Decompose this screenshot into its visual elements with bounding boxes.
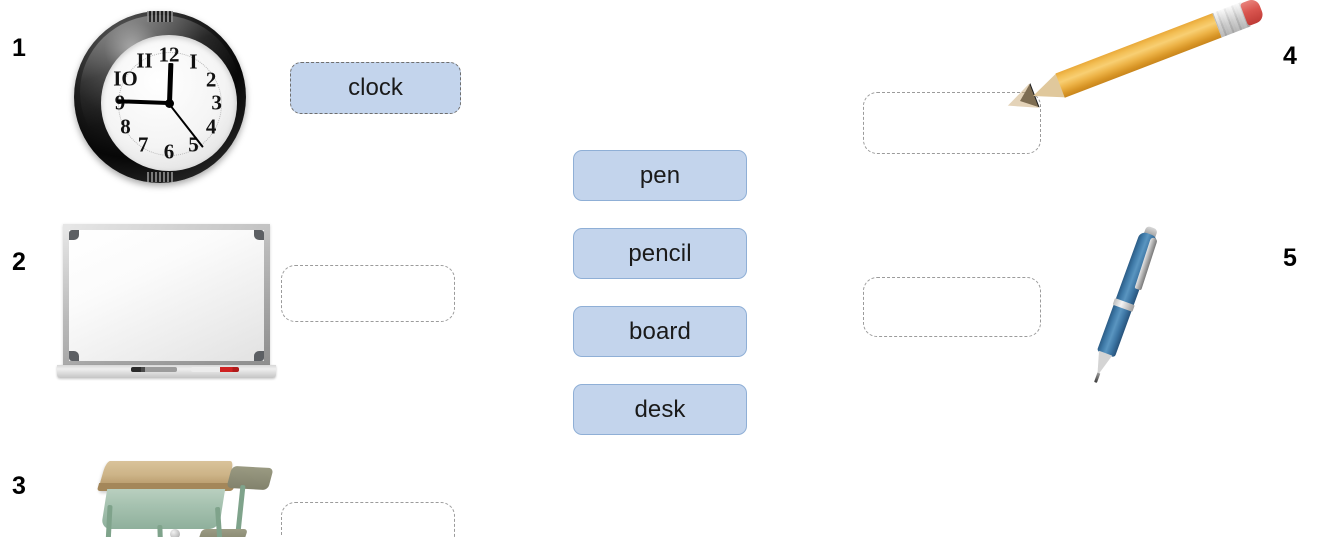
clock-ridge-left-icon	[76, 87, 89, 109]
clock-bezel: 12 I 2 3 4 5 6 7 8 9 IO II	[74, 11, 246, 183]
pencil-graphic	[1015, 0, 1266, 114]
pencil-image	[1015, 0, 1285, 165]
word-chip-pen[interactable]: pen	[573, 150, 747, 201]
whiteboard-image	[57, 224, 276, 384]
chair-seat	[198, 529, 248, 537]
pen-cone	[1090, 350, 1113, 379]
answer-slot-1[interactable]: clock	[290, 62, 461, 114]
whiteboard-corner-tr	[254, 230, 264, 240]
desk-caster-icon	[170, 529, 180, 537]
whiteboard-corner-tl	[69, 230, 79, 240]
clock-ridge-top-icon	[147, 11, 173, 22]
pencil-barrel	[1055, 13, 1222, 98]
clock-image: 12 I 2 3 4 5 6 7 8 9 IO II	[65, 5, 255, 190]
whiteboard-corner-bl	[69, 351, 79, 361]
answer-slot-3[interactable]	[281, 502, 455, 537]
item-number-1: 1	[12, 34, 26, 62]
answer-slot-2[interactable]	[281, 265, 455, 322]
item-number-4: 4	[1283, 42, 1297, 70]
school-desk-image	[62, 445, 312, 537]
word-chip-desk[interactable]: desk	[573, 384, 747, 435]
word-chip-desk-label: desk	[634, 395, 686, 423]
word-chip-pencil-label: pencil	[628, 239, 692, 267]
ballpoint-pen-image	[1090, 225, 1220, 398]
item-number-5: 5	[1283, 244, 1297, 272]
exercise-canvas: 1 12 I 2 3 4 5 6 7 8 9 IO II	[0, 0, 1319, 537]
desk-body	[100, 489, 226, 529]
clock-numeral-11: II	[136, 48, 153, 73]
clock-numeral-1: I	[189, 49, 198, 74]
pen-graphic	[1087, 225, 1159, 386]
word-chip-pen-label: pen	[639, 161, 681, 189]
clock-center-pin	[164, 98, 174, 108]
chair-post	[235, 484, 246, 534]
whiteboard-corner-br	[254, 351, 264, 361]
red-marker-icon	[191, 367, 239, 372]
clock-numeral-4: 4	[205, 114, 217, 139]
clock-ridge-bottom-icon	[147, 172, 173, 182]
word-chip-pencil[interactable]: pencil	[573, 228, 747, 279]
word-bank: pen pencil board desk	[573, 150, 747, 435]
clock-numeral-7: 7	[137, 132, 149, 157]
answer-slot-1-label: clock	[348, 74, 403, 101]
clock-numeral-2: 2	[205, 67, 217, 92]
word-chip-board-label: board	[629, 317, 691, 345]
black-marker-icon	[131, 367, 177, 372]
item-number-3: 3	[12, 472, 26, 500]
chair-backrest	[226, 465, 274, 491]
whiteboard-frame	[63, 224, 270, 367]
item-number-2: 2	[12, 248, 26, 276]
clock-face: 12 I 2 3 4 5 6 7 8 9 IO II	[101, 35, 237, 171]
clock-numeral-8: 8	[120, 114, 131, 139]
answer-slot-5[interactable]	[863, 277, 1041, 337]
clock-hour-hand	[166, 62, 173, 104]
clock-numeral-6: 6	[163, 139, 175, 164]
clock-numeral-10: IO	[113, 66, 138, 91]
clock-numeral-3: 3	[211, 90, 222, 115]
word-chip-board[interactable]: board	[573, 306, 747, 357]
